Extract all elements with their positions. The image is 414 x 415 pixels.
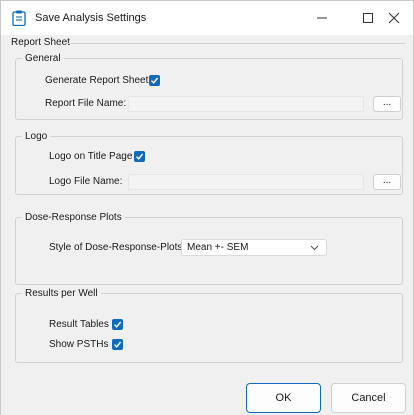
close-button[interactable] bbox=[371, 1, 413, 35]
show-psths-checkbox[interactable] bbox=[112, 339, 123, 350]
dose-response-style-value: Mean +- SEM bbox=[187, 242, 249, 253]
minimize-button[interactable] bbox=[299, 1, 345, 35]
logo-group: Logo Logo on Title Page Logo File Name: … bbox=[15, 131, 403, 195]
logo-legend: Logo bbox=[22, 131, 51, 142]
generate-report-checkbox[interactable] bbox=[149, 75, 160, 86]
logo-file-name-input[interactable] bbox=[128, 174, 364, 190]
general-group: General Generate Report Sheet Report Fil… bbox=[15, 53, 403, 120]
dose-response-style-select[interactable]: Mean +- SEM bbox=[181, 239, 327, 256]
results-per-well-legend: Results per Well bbox=[22, 288, 101, 299]
report-file-browse-button[interactable]: ... bbox=[373, 96, 401, 112]
results-per-well-group: Results per Well Result Tables Show PSTH… bbox=[15, 288, 403, 363]
ok-button[interactable]: OK bbox=[246, 383, 321, 413]
result-tables-label: Result Tables bbox=[49, 319, 109, 330]
cancel-button[interactable]: Cancel bbox=[331, 383, 406, 413]
dialog-window: Save Analysis Settings Report Sheet Gene… bbox=[0, 0, 414, 415]
result-tables-checkbox[interactable] bbox=[112, 319, 123, 330]
report-sheet-heading: Report Sheet bbox=[11, 37, 70, 48]
show-psths-label: Show PSTHs bbox=[49, 339, 109, 350]
window-title: Save Analysis Settings bbox=[35, 12, 147, 24]
logo-on-title-label: Logo on Title Page bbox=[49, 151, 133, 162]
title-bar[interactable]: Save Analysis Settings bbox=[1, 1, 413, 35]
general-legend: General bbox=[22, 53, 64, 64]
dose-response-style-label: Style of Dose-Response-Plots: bbox=[49, 242, 186, 253]
logo-file-browse-button[interactable]: ... bbox=[373, 174, 401, 190]
dose-response-group: Dose-Response Plots Style of Dose-Respon… bbox=[15, 212, 403, 285]
generate-report-label: Generate Report Sheet bbox=[45, 75, 149, 86]
clipboard-icon bbox=[12, 10, 26, 27]
logo-file-name-label: Logo File Name: bbox=[49, 176, 123, 187]
report-file-name-input[interactable] bbox=[128, 96, 364, 112]
logo-on-title-checkbox[interactable] bbox=[134, 151, 145, 162]
report-sheet-divider bbox=[67, 43, 405, 44]
dose-response-legend: Dose-Response Plots bbox=[22, 212, 125, 223]
report-file-name-label: Report File Name: bbox=[45, 98, 127, 109]
